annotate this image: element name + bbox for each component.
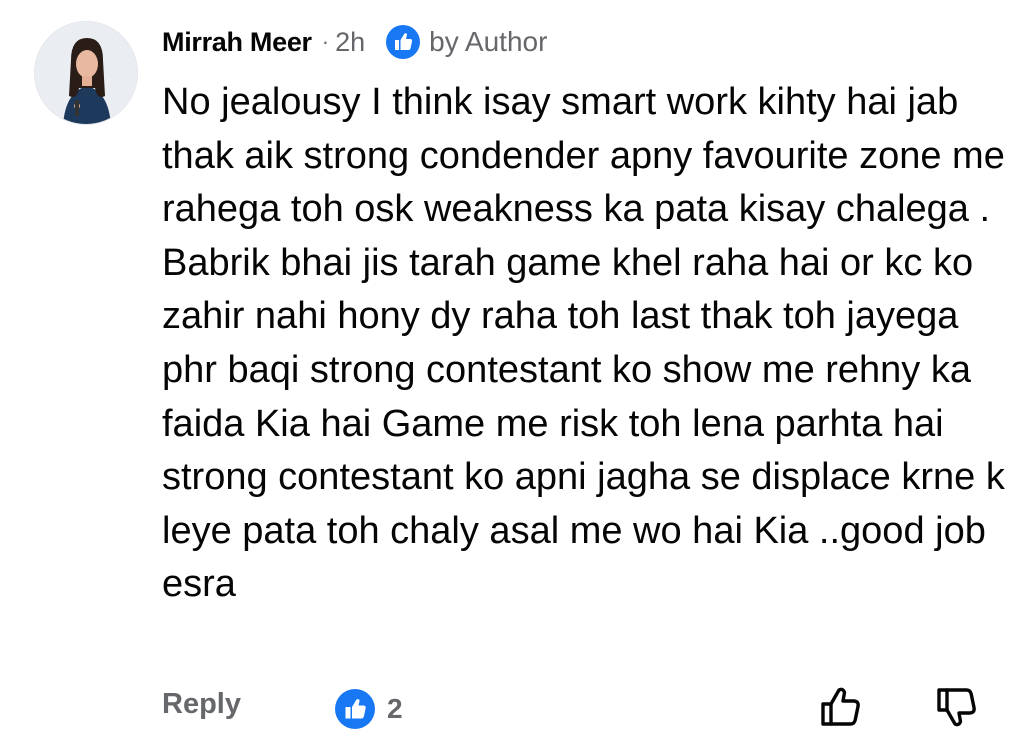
thumbs-down-icon[interactable] [934, 684, 980, 730]
reaction-summary[interactable]: 2 [334, 688, 403, 730]
comment-text: No jealousy I think isay smart work kiht… [162, 81, 1005, 606]
like-reaction-icon [334, 688, 376, 730]
comment-header: Mirrah Meer · 2h by Author [162, 22, 547, 62]
comment-timestamp[interactable]: 2h [335, 27, 365, 58]
separator-dot: · [321, 29, 330, 54]
reply-button[interactable]: Reply [162, 688, 241, 721]
author-avatar[interactable] [34, 21, 138, 125]
author-liked-badge: by Author [385, 24, 547, 60]
author-name[interactable]: Mirrah Meer [162, 27, 312, 58]
avatar-photo [35, 22, 137, 124]
thumbs-up-icon[interactable] [818, 684, 864, 730]
reaction-count: 2 [387, 693, 403, 724]
like-badge-icon [385, 24, 421, 60]
author-badge-label: by Author [429, 26, 548, 57]
